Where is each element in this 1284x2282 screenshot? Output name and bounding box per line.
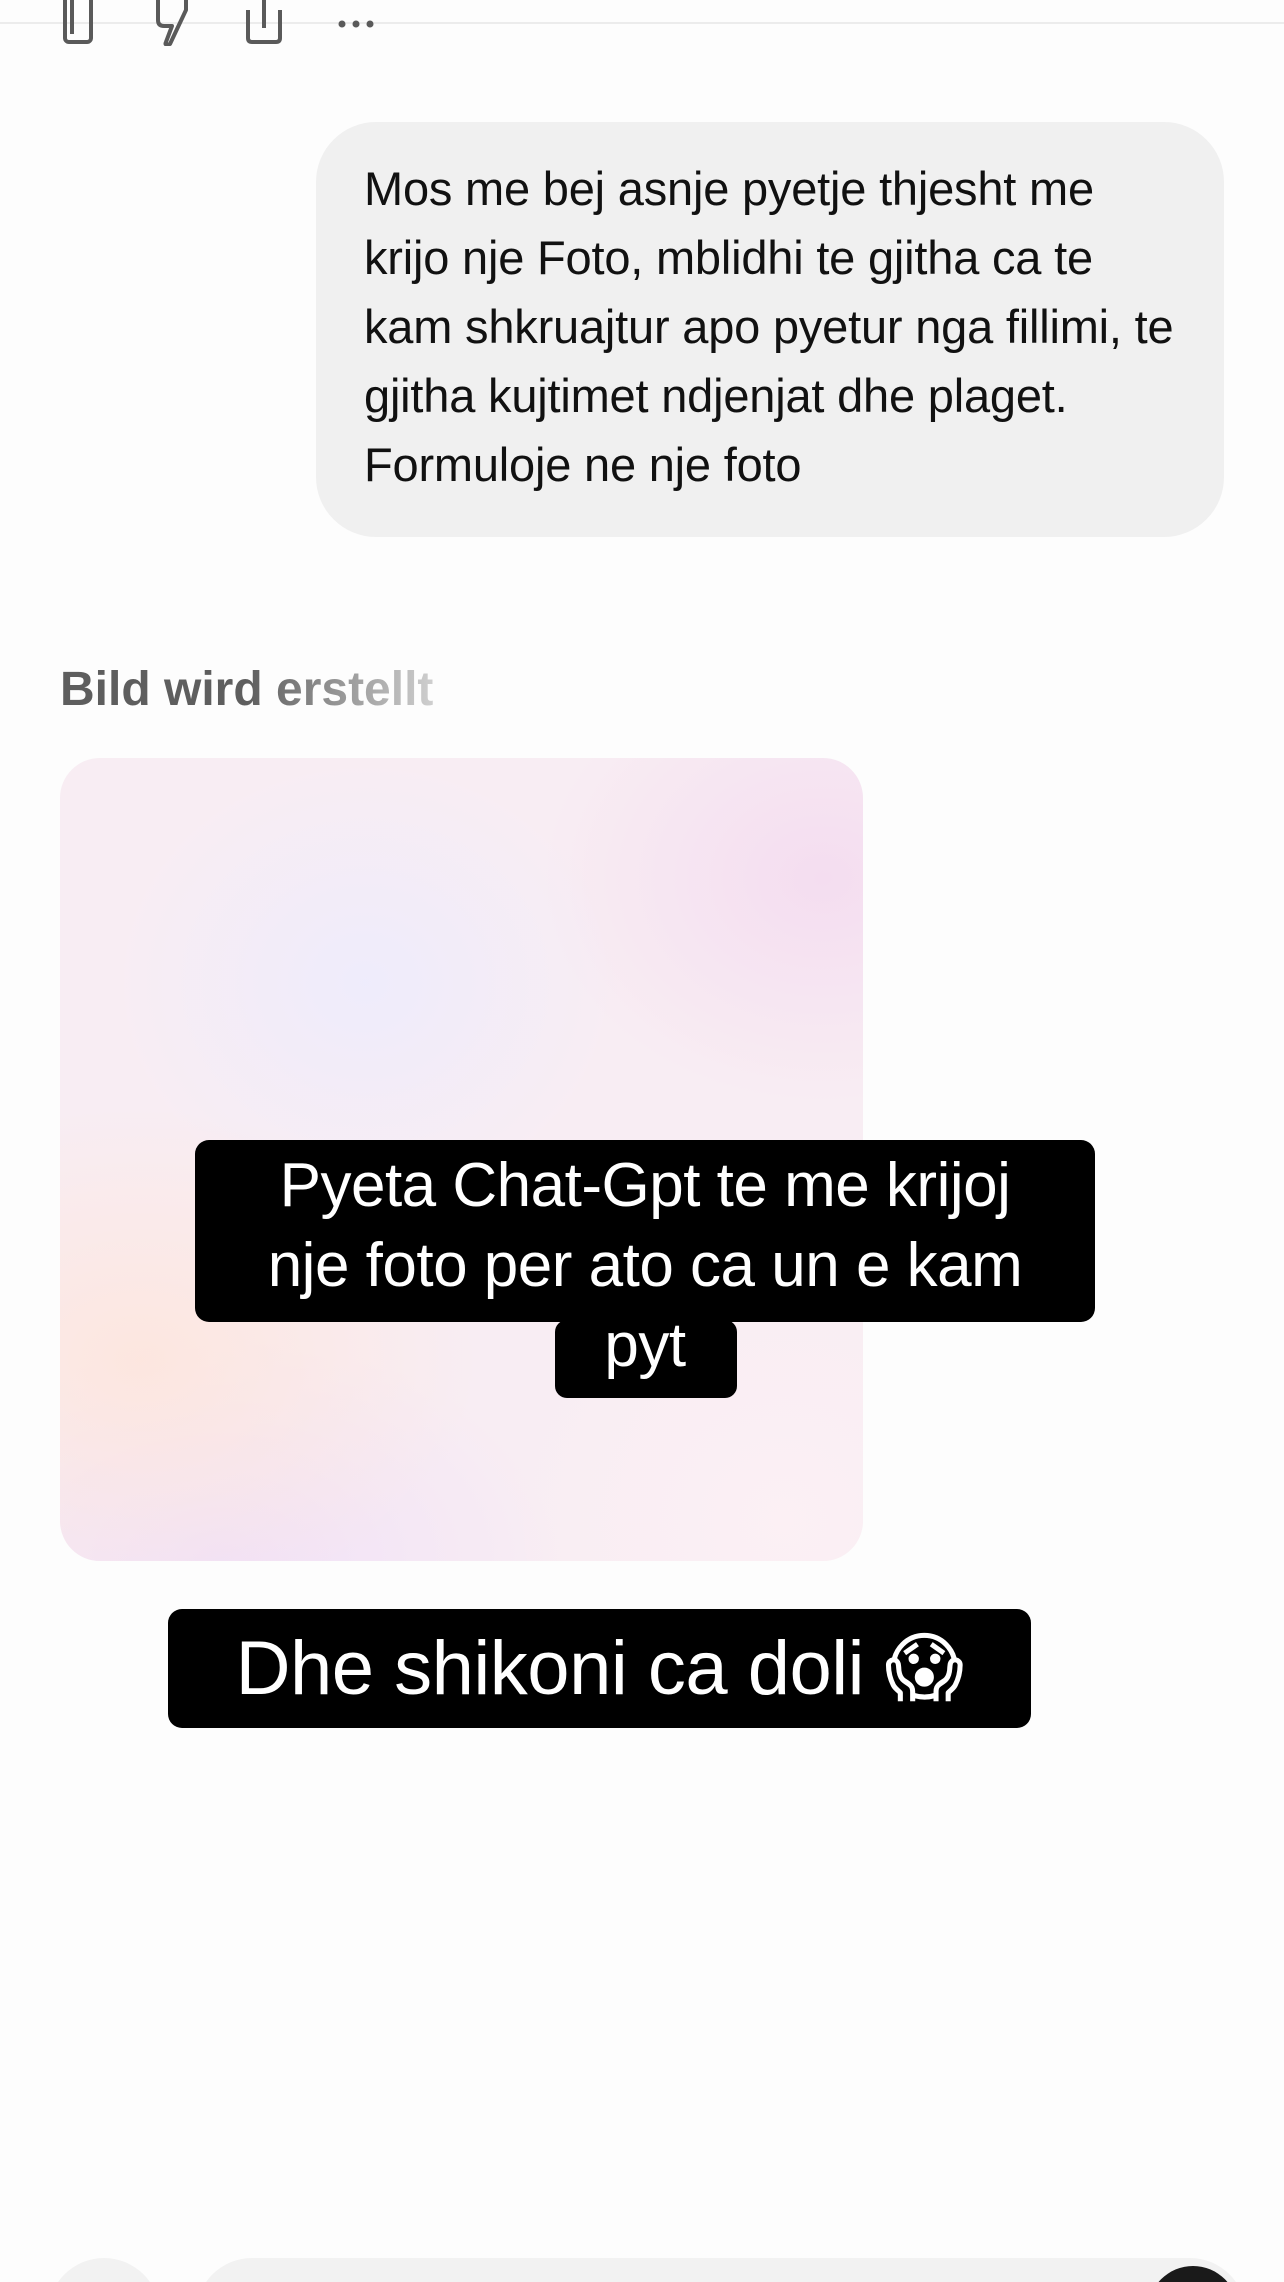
caption-text: Pyeta Chat-Gpt te me krijoj nje foto per… <box>195 1146 1095 1386</box>
message-input[interactable] <box>196 2258 1246 2282</box>
caption-line-3: pyt <box>604 1311 686 1380</box>
caption-line-1: Pyeta Chat-Gpt te me krijoj <box>279 1151 1011 1220</box>
chat-screen: Mos me bej asnje pyetje thjesht me krijo… <box>0 0 1284 2282</box>
user-message-text: Mos me bej asnje pyetje thjesht me krijo… <box>364 162 1174 491</box>
overlay-caption-question: Pyeta Chat-Gpt te me krijoj nje foto per… <box>195 1140 1095 1400</box>
attach-button[interactable] <box>48 2258 160 2282</box>
caption-line-2: nje foto per ato ca un e kam <box>267 1231 1023 1300</box>
overlay-caption-reveal: Dhe shikoni ca doli 😱 <box>168 1609 1031 1728</box>
copy-icon[interactable] <box>60 0 100 46</box>
thumbs-down-icon[interactable] <box>152 0 192 46</box>
share-icon[interactable] <box>244 0 284 46</box>
message-actions <box>60 0 420 46</box>
more-icon[interactable] <box>336 0 376 46</box>
image-generation-status: Bild wird erstellt <box>60 663 434 716</box>
user-message-bubble: Mos me bej asnje pyetje thjesht me krijo… <box>316 122 1224 537</box>
